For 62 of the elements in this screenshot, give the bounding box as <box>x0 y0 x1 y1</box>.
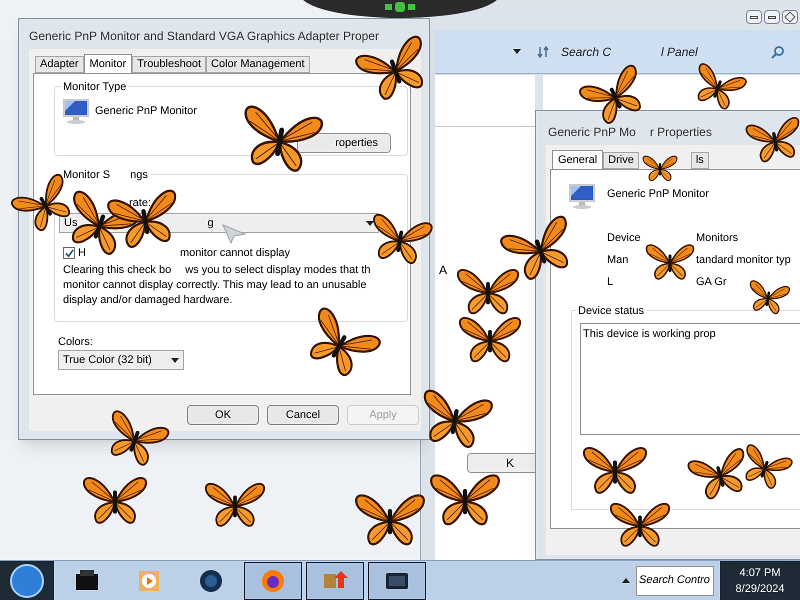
property-label: Man <box>607 253 628 268</box>
dialog-button[interactable]: Cancel <box>267 405 339 425</box>
butterfly-drawing <box>642 154 678 182</box>
browser-icon <box>260 568 286 594</box>
monitor-name: Generic PnP Monitor <box>95 104 197 119</box>
field-label: Colors: <box>58 335 93 350</box>
tab[interactable]: Drive <box>603 152 639 169</box>
clock-time: 4:07 PM <box>740 566 780 580</box>
search-field[interactable]: Search C l Panel <box>561 42 751 60</box>
taskbar-button[interactable] <box>244 562 302 600</box>
butterfly-drawing <box>645 242 695 282</box>
search-icon <box>771 44 785 58</box>
dropdown-arrow-icon <box>171 358 179 362</box>
properties-button[interactable]: roperties <box>297 133 391 153</box>
butterfly-drawing <box>609 500 671 550</box>
monitor-icon <box>567 182 597 210</box>
tab[interactable]: General <box>552 150 604 170</box>
group-label: Monitor S <box>63 168 110 183</box>
monitor-icon <box>61 97 91 125</box>
taskbar-button[interactable] <box>306 562 364 600</box>
description-text: Clearing this check bo <box>63 263 172 278</box>
checkbox-label: monitor cannot display <box>180 246 290 261</box>
taskbar-button[interactable] <box>368 562 426 600</box>
minimize-button[interactable] <box>746 10 762 24</box>
butterfly-drawing <box>204 480 266 530</box>
checkbox-label: H <box>78 246 86 261</box>
start-button[interactable] <box>0 560 54 600</box>
description-text: display and/or damaged hardware. <box>63 293 232 308</box>
property-value: Monitors <box>696 231 738 246</box>
dropdown-arrow-icon <box>366 220 374 226</box>
description-text: ws you to select display modes that th <box>185 263 370 278</box>
clock-date: 8/29/2024 <box>736 582 784 596</box>
window-title: Generic PnP Monitor and Standard VGA Graphics Adapter Proper <box>29 28 379 45</box>
colors-dropdown[interactable]: True Color (32 bit) <box>58 350 184 370</box>
tab[interactable]: Color Management <box>206 56 310 73</box>
window-title: Generic PnP Mo <box>548 124 636 141</box>
group-label: ngs <box>130 168 148 183</box>
show-hidden-icons-button[interactable] <box>622 578 630 583</box>
tab[interactable]: ls <box>690 152 709 169</box>
window-title: r Properties <box>650 124 712 141</box>
device-name: Generic PnP Monitor <box>607 187 709 202</box>
checkbox[interactable] <box>63 247 75 260</box>
dialog-button[interactable]: OK <box>187 405 259 425</box>
cursor-icon <box>222 224 246 244</box>
property-value: tandard monitor typ <box>696 253 791 268</box>
label-text: A <box>439 262 448 279</box>
description-text: monitor cannot display correctly. This may lead to an unusable <box>63 278 366 293</box>
window-preview[interactable]: Search Contro <box>636 566 714 596</box>
windows-orb-icon <box>10 564 44 598</box>
property-label: L <box>607 275 614 290</box>
tab[interactable]: Troubleshoot <box>132 56 206 73</box>
tab[interactable]: Adapter <box>35 56 84 73</box>
clock[interactable]: 4:07 PM 8/29/2024 <box>720 560 800 600</box>
field-label: rate: <box>129 196 152 211</box>
property-label: Device <box>607 231 641 246</box>
property-value: GA Gr <box>696 275 727 290</box>
tab[interactable]: Monitor <box>84 54 132 74</box>
dropdown-arrow-icon[interactable] <box>513 49 521 54</box>
group-label: Monitor Type <box>61 79 128 96</box>
globe-icon <box>198 568 224 594</box>
refresh-icon <box>537 46 549 58</box>
indicator-icon <box>385 2 415 14</box>
